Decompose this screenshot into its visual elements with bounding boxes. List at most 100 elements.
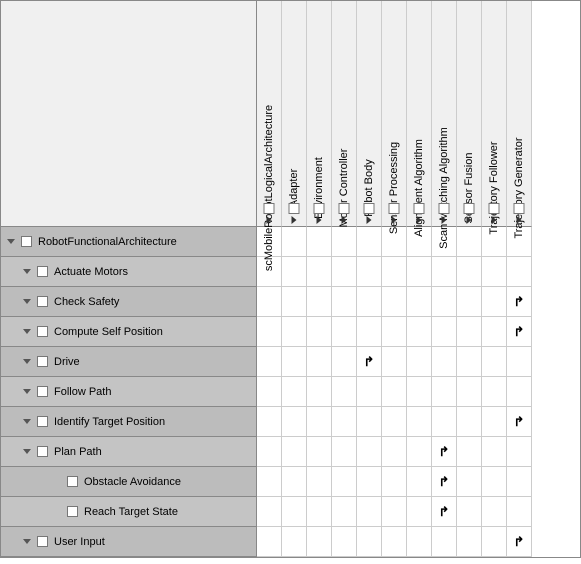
matrix-cell[interactable] [507, 347, 532, 377]
matrix-cell[interactable] [382, 467, 407, 497]
matrix-cell[interactable] [257, 317, 282, 347]
matrix-cell[interactable] [282, 287, 307, 317]
row-header[interactable]: Plan Path [1, 437, 257, 467]
matrix-cell[interactable] [457, 527, 482, 557]
matrix-cell[interactable] [457, 257, 482, 287]
column-header[interactable]: scMobileRobotLogicalArchitecture [257, 1, 282, 227]
expand-icon[interactable] [417, 216, 422, 224]
matrix-cell[interactable] [382, 347, 407, 377]
matrix-cell[interactable] [382, 437, 407, 467]
matrix-cell[interactable] [432, 347, 457, 377]
column-checkbox[interactable] [489, 203, 500, 214]
matrix-cell[interactable] [332, 347, 357, 377]
matrix-cell[interactable]: ↱ [507, 407, 532, 437]
matrix-cell[interactable] [382, 407, 407, 437]
matrix-cell[interactable] [407, 257, 432, 287]
matrix-cell[interactable] [307, 527, 332, 557]
column-checkbox[interactable] [439, 203, 450, 214]
matrix-cell[interactable] [332, 257, 357, 287]
column-header[interactable]: Alignment Algorithm [407, 1, 432, 227]
column-header[interactable]: Trajectory Generator [507, 1, 532, 227]
matrix-cell[interactable] [432, 407, 457, 437]
matrix-cell[interactable] [282, 317, 307, 347]
row-header[interactable]: Actuate Motors [1, 257, 257, 287]
matrix-cell[interactable] [307, 317, 332, 347]
matrix-cell[interactable] [507, 467, 532, 497]
row-checkbox[interactable] [37, 266, 48, 277]
row-checkbox[interactable] [67, 476, 78, 487]
matrix-cell[interactable] [432, 317, 457, 347]
expand-icon[interactable] [317, 216, 322, 224]
column-header[interactable]: Motor Controller [332, 1, 357, 227]
row-header[interactable]: Identify Target Position [1, 407, 257, 437]
matrix-cell[interactable] [357, 467, 382, 497]
row-checkbox[interactable] [37, 296, 48, 307]
matrix-cell[interactable] [332, 407, 357, 437]
matrix-cell[interactable] [257, 407, 282, 437]
matrix-cell[interactable] [507, 257, 532, 287]
matrix-cell[interactable] [507, 377, 532, 407]
column-checkbox[interactable] [289, 203, 300, 214]
matrix-cell[interactable] [257, 497, 282, 527]
matrix-cell[interactable] [332, 287, 357, 317]
matrix-cell[interactable] [307, 497, 332, 527]
matrix-cell[interactable] [357, 377, 382, 407]
matrix-cell[interactable]: ↱ [432, 467, 457, 497]
matrix-cell[interactable] [432, 257, 457, 287]
matrix-cell[interactable] [457, 437, 482, 467]
matrix-cell[interactable] [407, 317, 432, 347]
matrix-cell[interactable] [307, 287, 332, 317]
matrix-cell[interactable] [482, 467, 507, 497]
matrix-cell[interactable] [282, 437, 307, 467]
matrix-cell[interactable] [282, 257, 307, 287]
row-checkbox[interactable] [67, 506, 78, 517]
column-checkbox[interactable] [389, 203, 400, 214]
matrix-cell[interactable] [357, 407, 382, 437]
matrix-cell[interactable] [357, 257, 382, 287]
matrix-cell[interactable]: ↱ [507, 317, 532, 347]
column-header[interactable]: Trajectory Follower [482, 1, 507, 227]
matrix-cell[interactable] [382, 527, 407, 557]
matrix-cell[interactable] [457, 227, 482, 257]
matrix-cell[interactable] [257, 347, 282, 377]
matrix-cell[interactable] [482, 437, 507, 467]
matrix-cell[interactable] [457, 287, 482, 317]
matrix-cell[interactable] [407, 497, 432, 527]
matrix-cell[interactable]: ↱ [507, 287, 532, 317]
matrix-cell[interactable] [507, 497, 532, 527]
row-header[interactable]: RobotFunctionalArchitecture [1, 227, 257, 257]
row-header[interactable]: User Input [1, 527, 257, 557]
matrix-cell[interactable] [307, 257, 332, 287]
column-header[interactable]: Sensor Fusion [457, 1, 482, 227]
matrix-cell[interactable] [282, 227, 307, 257]
matrix-cell[interactable] [407, 377, 432, 407]
matrix-cell[interactable] [457, 347, 482, 377]
column-checkbox[interactable] [414, 203, 425, 214]
row-checkbox[interactable] [37, 326, 48, 337]
matrix-cell[interactable] [257, 377, 282, 407]
row-header[interactable]: Reach Target State [1, 497, 257, 527]
matrix-cell[interactable] [482, 287, 507, 317]
matrix-cell[interactable] [382, 377, 407, 407]
matrix-cell[interactable] [407, 407, 432, 437]
row-checkbox[interactable] [21, 236, 32, 247]
matrix-cell[interactable] [482, 497, 507, 527]
matrix-cell[interactable]: ↱ [507, 527, 532, 557]
expand-icon[interactable] [492, 216, 497, 224]
expand-icon[interactable] [23, 419, 31, 424]
column-header[interactable]: Adapter [282, 1, 307, 227]
expand-icon[interactable] [342, 216, 347, 224]
matrix-cell[interactable] [357, 527, 382, 557]
matrix-cell[interactable] [332, 497, 357, 527]
row-checkbox[interactable] [37, 536, 48, 547]
row-checkbox[interactable] [37, 356, 48, 367]
matrix-cell[interactable] [307, 437, 332, 467]
row-header[interactable]: Drive [1, 347, 257, 377]
expand-icon[interactable] [23, 299, 31, 304]
row-header[interactable]: Compute Self Position [1, 317, 257, 347]
expand-icon[interactable] [23, 269, 31, 274]
column-checkbox[interactable] [264, 203, 275, 214]
matrix-cell[interactable] [457, 407, 482, 437]
matrix-cell[interactable]: ↱ [432, 497, 457, 527]
matrix-cell[interactable] [357, 437, 382, 467]
